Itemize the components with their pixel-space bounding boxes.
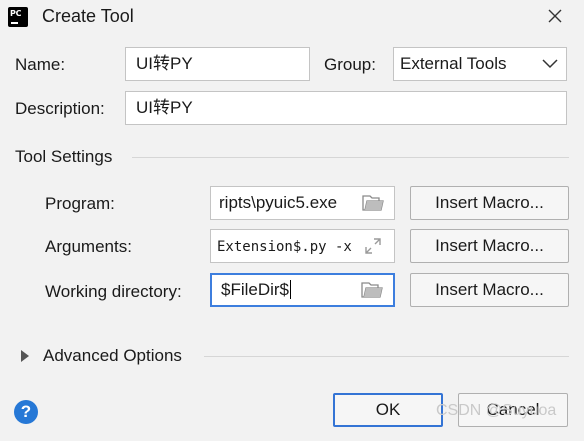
- group-dropdown[interactable]: External Tools: [393, 47, 567, 81]
- description-label: Description:: [15, 99, 105, 118]
- working-directory-value: $FileDir$: [221, 280, 290, 299]
- chevron-down-icon: [542, 59, 558, 69]
- working-directory-field[interactable]: $FileDir$: [210, 273, 395, 307]
- insert-macro-button-arguments[interactable]: Insert Macro...: [410, 229, 569, 263]
- watermark-text: CSDN @Suyuoa: [436, 402, 557, 419]
- advanced-divider: [204, 356, 569, 357]
- ok-button[interactable]: OK: [333, 393, 443, 427]
- program-field[interactable]: ripts\pyuic5.exe: [210, 186, 395, 220]
- name-field[interactable]: UI转PY: [125, 47, 310, 81]
- chevron-right-icon: [21, 350, 29, 362]
- pycharm-app-icon: PC: [8, 7, 28, 27]
- working-directory-label: Working directory:: [45, 282, 182, 301]
- advanced-options-toggle[interactable]: Advanced Options: [20, 346, 182, 366]
- description-field[interactable]: UI转PY: [125, 91, 567, 125]
- close-button[interactable]: [540, 2, 570, 30]
- section-divider: [132, 157, 569, 158]
- title-bar: PC Create Tool: [0, 0, 584, 34]
- expand-icon[interactable]: [362, 237, 384, 255]
- program-value: ripts\pyuic5.exe: [219, 193, 338, 212]
- window-title: Create Tool: [42, 6, 134, 26]
- arguments-label: Arguments:: [45, 237, 132, 256]
- insert-macro-button-program[interactable]: Insert Macro...: [410, 186, 569, 220]
- name-label: Name:: [15, 55, 66, 74]
- help-button[interactable]: ?: [14, 400, 38, 424]
- group-label: Group:: [324, 55, 376, 74]
- folder-icon[interactable]: [362, 194, 384, 212]
- folder-icon[interactable]: [361, 281, 383, 299]
- group-selected-value: External Tools: [400, 54, 507, 73]
- tool-settings-title: Tool Settings: [15, 147, 113, 166]
- arguments-field[interactable]: Extension$.py -x: [210, 229, 395, 263]
- close-icon: [548, 9, 562, 23]
- program-label: Program:: [45, 194, 115, 213]
- advanced-options-label: Advanced Options: [43, 346, 182, 365]
- insert-macro-button-working-directory[interactable]: Insert Macro...: [410, 273, 569, 307]
- arguments-value: Extension$.py -x: [217, 239, 352, 255]
